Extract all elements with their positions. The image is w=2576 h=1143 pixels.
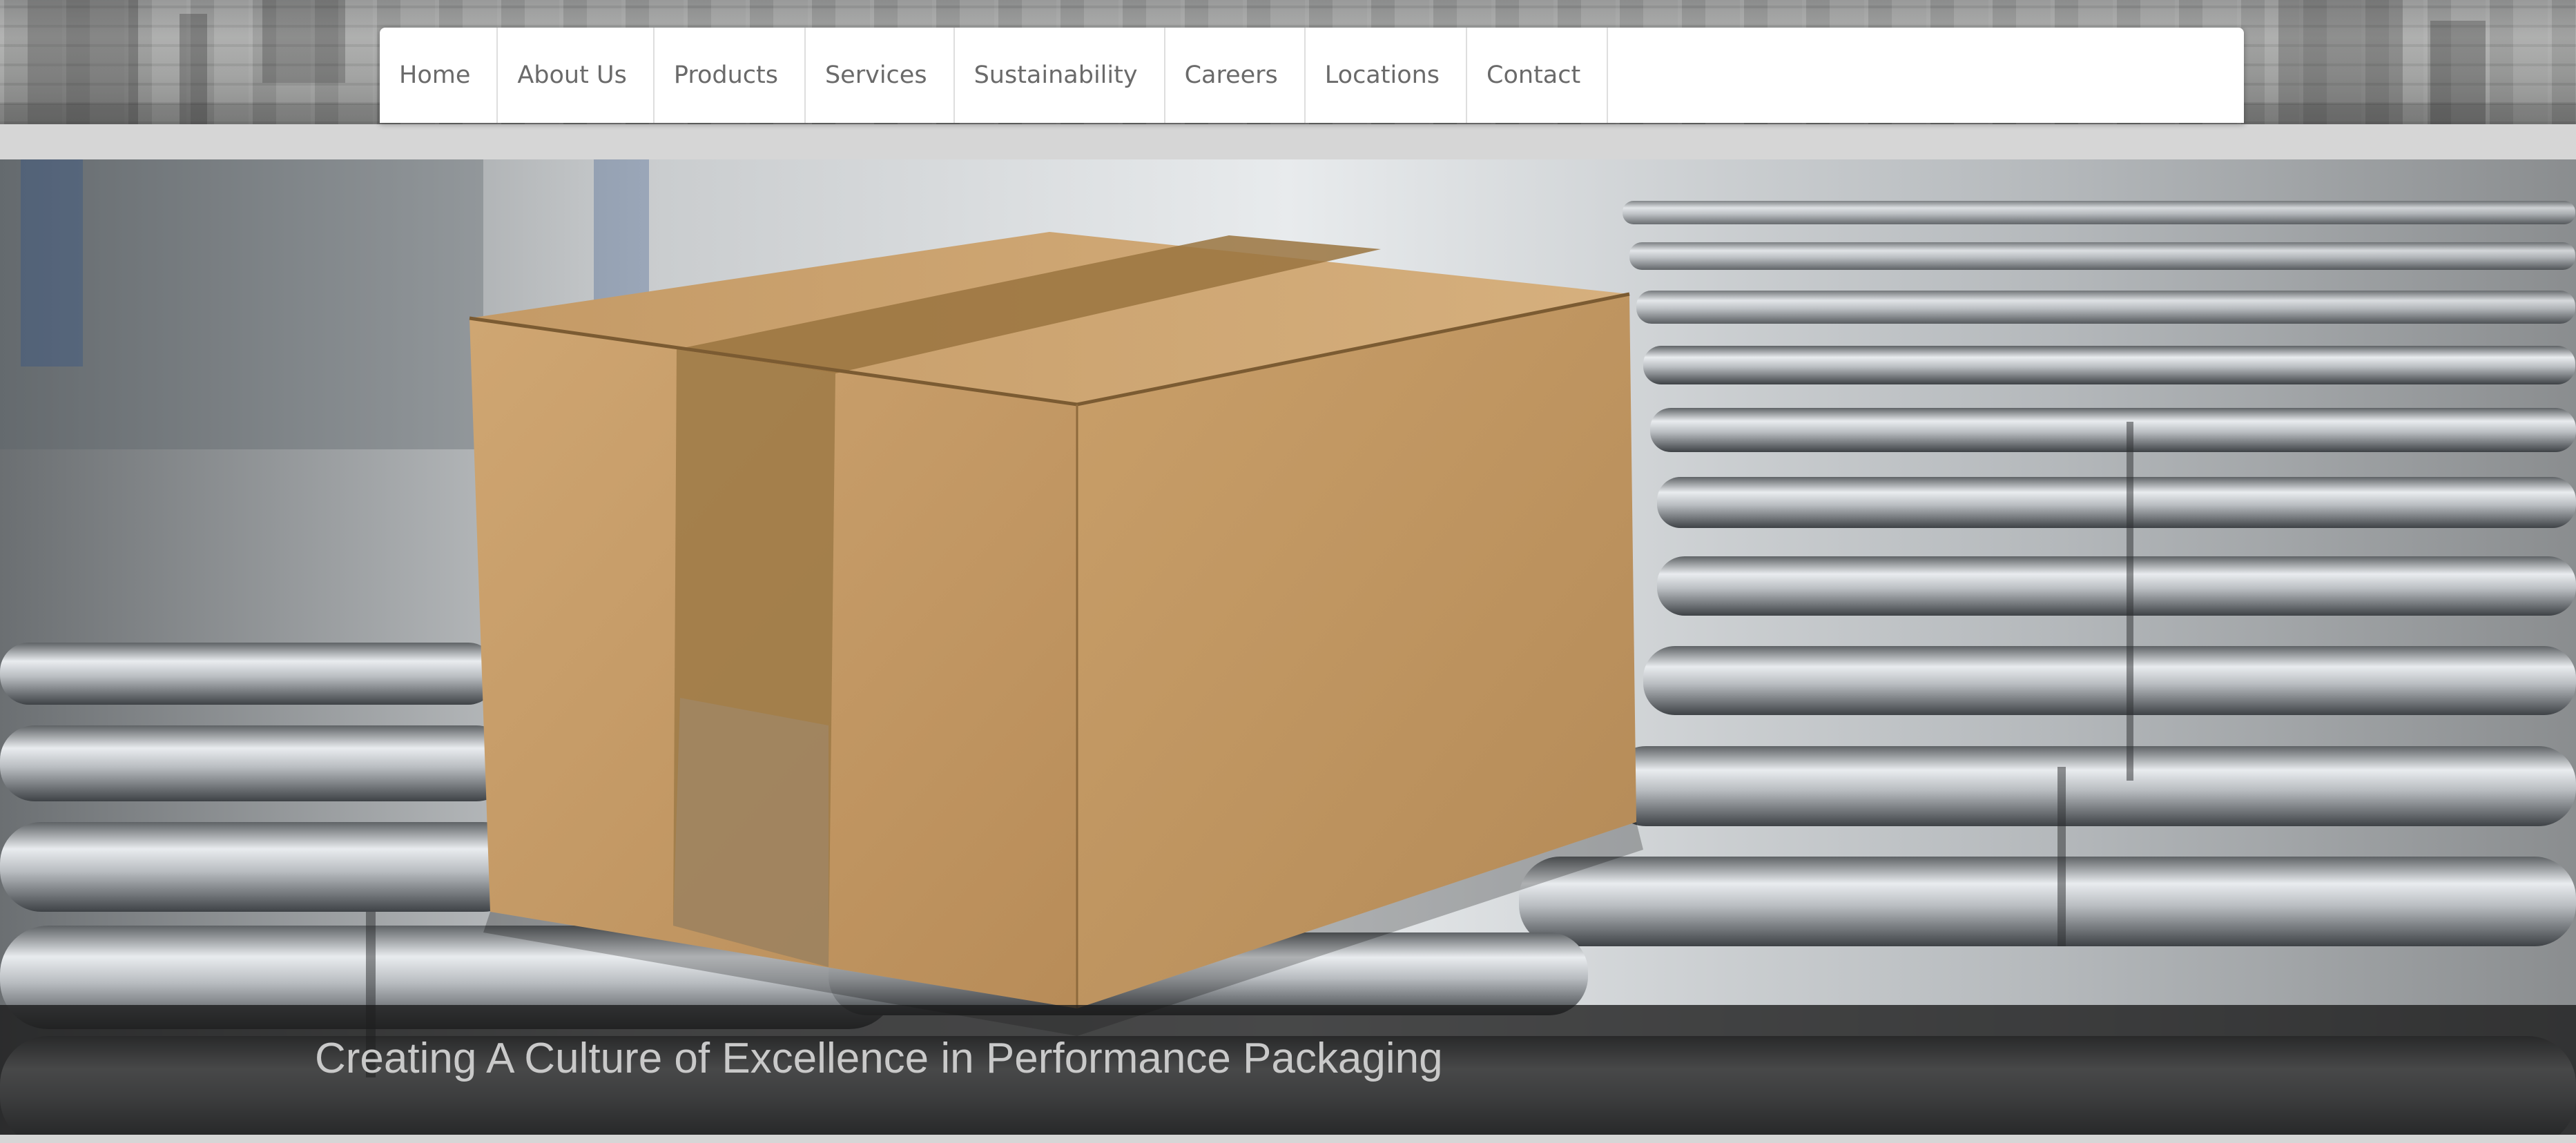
hero-caption-bar: Creating A Culture of Excellence in Perf… bbox=[0, 1005, 2576, 1135]
nav-item-about-us[interactable]: About Us bbox=[498, 28, 655, 123]
nav-item-contact[interactable]: Contact bbox=[1467, 28, 1609, 123]
nav-item-products[interactable]: Products bbox=[655, 28, 806, 123]
main-navigation: Home About Us Products Services Sustaina… bbox=[380, 28, 2244, 123]
nav-item-locations[interactable]: Locations bbox=[1306, 28, 1468, 123]
nav-item-home[interactable]: Home bbox=[380, 28, 498, 123]
nav-item-services[interactable]: Services bbox=[806, 28, 955, 123]
nav-item-careers[interactable]: Careers bbox=[1165, 28, 1306, 123]
header-gap bbox=[0, 124, 2576, 159]
hero-banner: Creating A Culture of Excellence in Perf… bbox=[0, 159, 2576, 1135]
hero-image-conveyor-box bbox=[0, 159, 2576, 1135]
nav-item-sustainability[interactable]: Sustainability bbox=[955, 28, 1165, 123]
footer-edge bbox=[0, 1135, 2576, 1143]
hero-caption: Creating A Culture of Excellence in Perf… bbox=[315, 1035, 1443, 1082]
